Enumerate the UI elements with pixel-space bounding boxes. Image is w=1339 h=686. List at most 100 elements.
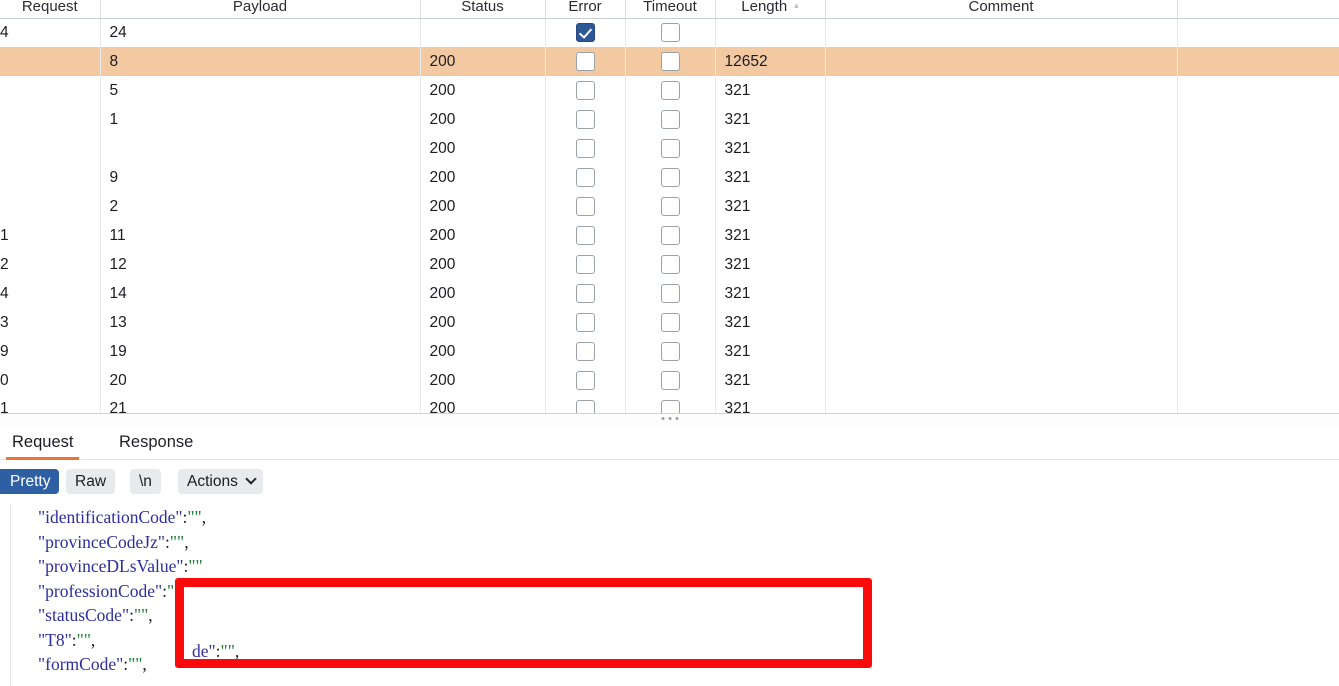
cell-status: 200: [420, 279, 546, 308]
column-header-payload-label: Payload: [232, 0, 288, 15]
column-header-status-label: Status: [461, 0, 504, 15]
cell-error: [545, 366, 626, 395]
cell-request: 9: [0, 337, 101, 366]
table-row[interactable]: 4 24: [0, 18, 1339, 47]
column-header-status[interactable]: Status: [420, 0, 546, 19]
checkbox-unchecked-icon[interactable]: [660, 168, 680, 187]
cell-request: [0, 47, 101, 76]
table-row[interactable]: 9 200 321: [0, 163, 1339, 192]
code-line: "T8":"",: [38, 628, 206, 653]
view-mode-pretty-button[interactable]: Pretty: [0, 469, 60, 494]
cell-filler: [1177, 250, 1339, 279]
table-row[interactable]: 0 20 200 321: [0, 366, 1339, 395]
message-editor-toolbar: Pretty Raw \n Actions Select ext: [0, 462, 1339, 500]
table-row[interactable]: 2 12 200 321: [0, 250, 1339, 279]
checkbox-unchecked-icon[interactable]: [575, 197, 595, 216]
cell-filler: [1177, 192, 1339, 221]
cell-timeout: [625, 221, 716, 250]
view-mode-newline-button[interactable]: \n: [130, 469, 161, 494]
checkbox-unchecked-icon[interactable]: [575, 399, 595, 413]
checkbox-unchecked-icon[interactable]: [660, 284, 680, 303]
checkbox-unchecked-icon[interactable]: [575, 52, 595, 71]
tab-response[interactable]: Response: [113, 427, 199, 460]
checkbox-unchecked-icon[interactable]: [575, 226, 595, 245]
cell-filler: [1177, 18, 1339, 47]
column-header-length[interactable]: Length ▴: [715, 0, 826, 19]
checkbox-unchecked-icon[interactable]: [660, 313, 680, 332]
code-line-key-5: "T8": [38, 629, 72, 650]
table-row[interactable]: 1 11 200 321: [0, 221, 1339, 250]
checkbox-unchecked-icon[interactable]: [660, 197, 680, 216]
attack-results-table: Request Payload Status Error Timeout Len…: [0, 0, 1339, 413]
column-header-request[interactable]: Request: [0, 0, 101, 19]
actions-dropdown-button[interactable]: Actions: [178, 469, 263, 494]
checkbox-unchecked-icon[interactable]: [660, 399, 680, 413]
table-row[interactable]: 200 321: [0, 134, 1339, 163]
table-row[interactable]: 3 13 200 321: [0, 308, 1339, 337]
checkbox-unchecked-icon[interactable]: [575, 110, 595, 129]
cell-payload: 24: [100, 18, 421, 47]
cell-error: [545, 18, 626, 47]
checkbox-unchecked-icon[interactable]: [660, 139, 680, 158]
attack-results-panel: Request Payload Status Error Timeout Len…: [0, 0, 1339, 413]
code-line-key-3: "professionCode": [38, 580, 163, 601]
actions-dropdown-label: Actions: [187, 473, 238, 490]
cell-payload: 1: [100, 105, 421, 134]
cell-filler: [1177, 47, 1339, 76]
checkbox-unchecked-icon[interactable]: [575, 255, 595, 274]
cell-status: 200: [420, 47, 546, 76]
checkbox-unchecked-icon[interactable]: [575, 371, 595, 390]
code-line-trail-3: ,: [181, 580, 186, 601]
code-line-trail-6: ,: [142, 654, 147, 674]
cell-timeout: [625, 192, 716, 221]
cell-request: [0, 134, 101, 163]
cell-status: 200: [420, 337, 546, 366]
tab-request[interactable]: Request: [6, 427, 80, 460]
table-row[interactable]: 1 21 200 321: [0, 395, 1339, 413]
cell-timeout: [625, 134, 716, 163]
table-row[interactable]: 8 200 12652: [0, 47, 1339, 76]
cell-error: [545, 250, 626, 279]
checkbox-unchecked-icon[interactable]: [575, 313, 595, 332]
checkbox-checked-icon[interactable]: [575, 23, 595, 43]
cell-payload: 11: [100, 221, 421, 250]
attack-results-body: 4 24 8 200 12652 5 200 321 1 200 321 200 321 9 200 321 2…: [0, 18, 1339, 413]
cell-status: 200: [420, 221, 546, 250]
checkbox-unchecked-icon[interactable]: [660, 371, 680, 390]
panel-splitter[interactable]: [0, 413, 1339, 427]
splitter-grip-icon[interactable]: [661, 417, 678, 420]
cell-length: 321: [715, 250, 826, 279]
checkbox-unchecked-icon[interactable]: [575, 81, 595, 100]
checkbox-unchecked-icon[interactable]: [575, 284, 595, 303]
checkbox-unchecked-icon[interactable]: [575, 342, 595, 361]
cell-timeout: [625, 308, 716, 337]
checkbox-unchecked-icon[interactable]: [660, 226, 680, 245]
column-header-timeout[interactable]: Timeout: [625, 0, 716, 19]
table-row[interactable]: 1 200 321: [0, 105, 1339, 134]
column-header-payload[interactable]: Payload: [100, 0, 421, 19]
cell-timeout: [625, 279, 716, 308]
table-row[interactable]: 5 200 321: [0, 76, 1339, 105]
checkbox-unchecked-icon[interactable]: [660, 81, 680, 100]
checkbox-unchecked-icon[interactable]: [660, 52, 680, 71]
column-header-error[interactable]: Error: [545, 0, 626, 19]
checkbox-unchecked-icon[interactable]: [660, 342, 680, 361]
cell-request: 3: [0, 308, 101, 337]
cell-payload: 20: [100, 366, 421, 395]
table-row[interactable]: 2 200 321: [0, 192, 1339, 221]
cell-comment: [825, 308, 1178, 337]
column-header-comment[interactable]: Comment: [825, 0, 1178, 19]
checkbox-unchecked-icon[interactable]: [660, 23, 680, 43]
checkbox-unchecked-icon[interactable]: [660, 110, 680, 129]
cell-filler: [1177, 105, 1339, 134]
message-tab-bar: Request Response: [0, 427, 1339, 460]
checkbox-unchecked-icon[interactable]: [575, 168, 595, 187]
cell-filler: [1177, 134, 1339, 163]
code-line: "professionCode":"",: [38, 579, 206, 604]
request-code-viewer[interactable]: "identificationCode":"", "provinceCodeJz"…: [0, 503, 1339, 686]
table-row[interactable]: 9 19 200 321: [0, 337, 1339, 366]
checkbox-unchecked-icon[interactable]: [660, 255, 680, 274]
view-mode-raw-button[interactable]: Raw: [66, 469, 116, 494]
checkbox-unchecked-icon[interactable]: [575, 139, 595, 158]
table-row[interactable]: 4 14 200 321: [0, 279, 1339, 308]
